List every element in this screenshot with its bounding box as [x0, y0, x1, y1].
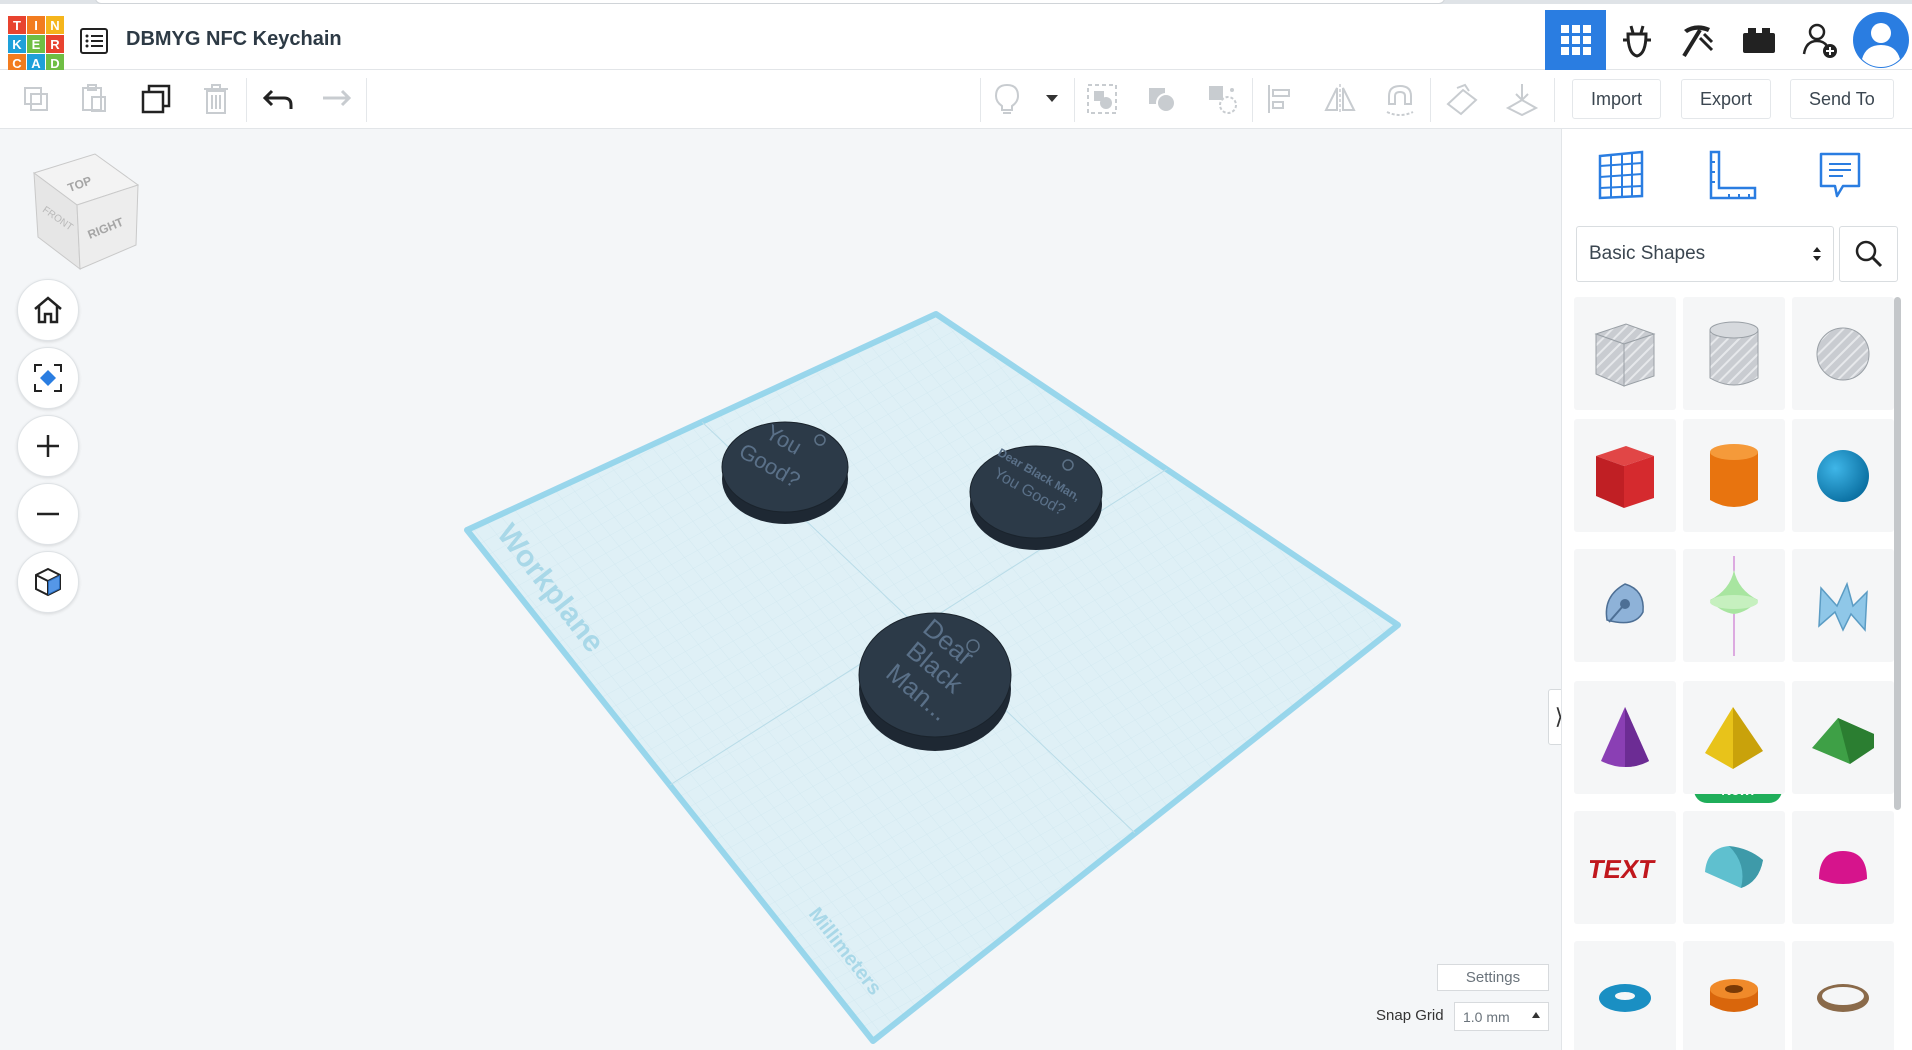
ring-shape[interactable]	[1792, 941, 1894, 1050]
snap-grid-label: Snap Grid	[1376, 1007, 1444, 1024]
logo-letter-tile: I	[27, 16, 45, 34]
shape-generator-shape[interactable]	[1792, 549, 1894, 662]
half-sphere-shape[interactable]	[1792, 811, 1894, 924]
spinning-top-shape[interactable]	[1683, 549, 1785, 662]
caret-up-icon	[1532, 1012, 1540, 1018]
snap-grid-select[interactable]: 1.0 mm	[1454, 1002, 1549, 1031]
search-icon	[1855, 240, 1882, 268]
codeblocks-pickaxe-icon[interactable]	[1667, 10, 1728, 70]
zoom-out-button[interactable]	[17, 483, 79, 545]
tube-shape[interactable]	[1683, 941, 1785, 1050]
copy-icon[interactable]	[14, 78, 58, 120]
cone-shape[interactable]	[1574, 681, 1676, 794]
header-icon-bar	[1545, 10, 1912, 70]
box-shape[interactable]	[1574, 419, 1676, 532]
notes-lightbulb-icon[interactable]	[985, 78, 1029, 120]
notes-dropdown-caret-icon[interactable]	[1030, 78, 1074, 120]
view-cube[interactable]: TOP FRONT RIGHT	[32, 153, 140, 271]
home-view-button[interactable]	[17, 279, 79, 341]
keychain-dear-black-man[interactable]: Dear Black Man...	[858, 612, 1012, 751]
shapes-panel: Basic Shapes TEXT	[1561, 129, 1912, 1050]
logo-letter-tile: R	[46, 35, 64, 53]
home-icon	[34, 296, 62, 324]
logo-letter-tile: N	[46, 16, 64, 34]
text-shape[interactable]: TEXT	[1574, 811, 1676, 924]
updown-arrows-icon	[1813, 247, 1821, 261]
toolbar-divider	[366, 78, 367, 122]
scribble-shape[interactable]	[1574, 549, 1676, 662]
duplicate-icon[interactable]	[134, 78, 178, 120]
import-button[interactable]: Import	[1572, 79, 1662, 119]
logo-letter-tile: K	[8, 35, 26, 53]
workplane-tool-icon[interactable]	[1440, 78, 1484, 120]
plus-icon	[37, 435, 59, 457]
paste-icon[interactable]	[72, 78, 116, 120]
profile-avatar-icon[interactable]	[1850, 10, 1912, 70]
cylinder-hole-shape[interactable]	[1683, 297, 1785, 410]
ungroup-icon[interactable]	[1140, 78, 1184, 120]
zoom-in-button[interactable]	[17, 415, 79, 477]
edit-toolbar: Import Export Send To	[0, 70, 1912, 129]
fit-view-button[interactable]	[17, 347, 79, 409]
toolbar-divider	[1252, 78, 1253, 122]
toolbar-divider	[246, 78, 247, 122]
snap-grid-value: 1.0 mm	[1463, 1008, 1510, 1025]
toolbar-divider	[1074, 78, 1075, 122]
circuits-icon[interactable]	[1606, 10, 1667, 70]
sphere-shape[interactable]	[1792, 419, 1894, 532]
design-title[interactable]: DBMYG NFC Keychain	[126, 28, 342, 51]
scrollbar-thumb[interactable]	[1894, 297, 1901, 810]
toolbar-divider	[980, 78, 981, 122]
keychain-you-good[interactable]: You Good?	[721, 419, 849, 524]
fit-view-icon	[34, 364, 62, 392]
panel-scrollbar[interactable]	[1891, 297, 1903, 1042]
ruler-icon[interactable]	[1702, 145, 1762, 205]
roof-shape[interactable]	[1792, 681, 1894, 794]
settings-button[interactable]: Settings	[1437, 964, 1549, 991]
app-header: TINKERCAD DBMYG NFC Keychain	[0, 4, 1912, 72]
shape-search-button[interactable]	[1839, 226, 1898, 282]
drop-to-workplane-icon[interactable]	[1500, 78, 1544, 120]
perspective-cube-icon	[35, 567, 61, 597]
logo-letter-tile: T	[8, 16, 26, 34]
toolbar-divider	[1430, 78, 1431, 122]
notes-comment-icon[interactable]	[1810, 145, 1870, 205]
3d-viewport[interactable]: Workplane Millimeters You Good? Dear Bla…	[0, 129, 1570, 1050]
workplane-scene[interactable]: Workplane Millimeters You Good? Dear Bla…	[0, 129, 1561, 1050]
grid-view-icon[interactable]	[1545, 10, 1606, 70]
export-button[interactable]: Export	[1681, 79, 1772, 119]
workplane-grid-icon[interactable]	[1591, 145, 1651, 205]
cylinder-shape[interactable]	[1683, 419, 1785, 532]
lego-bricks-icon[interactable]	[1728, 10, 1789, 70]
mirror-icon[interactable]	[1318, 78, 1362, 120]
redo-icon[interactable]	[314, 78, 358, 120]
keychain-dear-black-man-you-good[interactable]: Dear Black Man, You Good?	[969, 445, 1103, 550]
undo-icon[interactable]	[256, 78, 300, 120]
tinkercad-logo[interactable]: TINKERCAD	[8, 16, 64, 72]
pyramid-shape[interactable]	[1683, 681, 1785, 794]
svg-text:TEXT: TEXT	[1590, 854, 1657, 884]
add-user-icon[interactable]	[1789, 10, 1850, 70]
design-menu-icon[interactable]	[78, 26, 110, 56]
align-icon[interactable]	[1258, 78, 1302, 120]
box-hole-shape[interactable]	[1574, 297, 1676, 410]
toolbar-divider	[1554, 78, 1555, 122]
sphere-hole-shape[interactable]	[1792, 297, 1894, 410]
torus-shape[interactable]	[1574, 941, 1676, 1050]
shape-category-value: Basic Shapes	[1589, 243, 1706, 264]
minus-icon	[37, 512, 59, 516]
combine-icon[interactable]	[1200, 78, 1244, 120]
logo-letter-tile: E	[27, 35, 45, 53]
projection-toggle-button[interactable]	[17, 551, 79, 613]
shape-category-select[interactable]: Basic Shapes	[1576, 226, 1834, 282]
send-to-button[interactable]: Send To	[1790, 79, 1894, 119]
half-cylinder-shape[interactable]	[1683, 811, 1785, 924]
shape-grid: New! TEXT	[1574, 297, 1902, 1050]
delete-icon[interactable]	[194, 78, 238, 120]
cruise-magnet-icon[interactable]	[1378, 78, 1422, 120]
group-icon[interactable]	[1080, 78, 1124, 120]
